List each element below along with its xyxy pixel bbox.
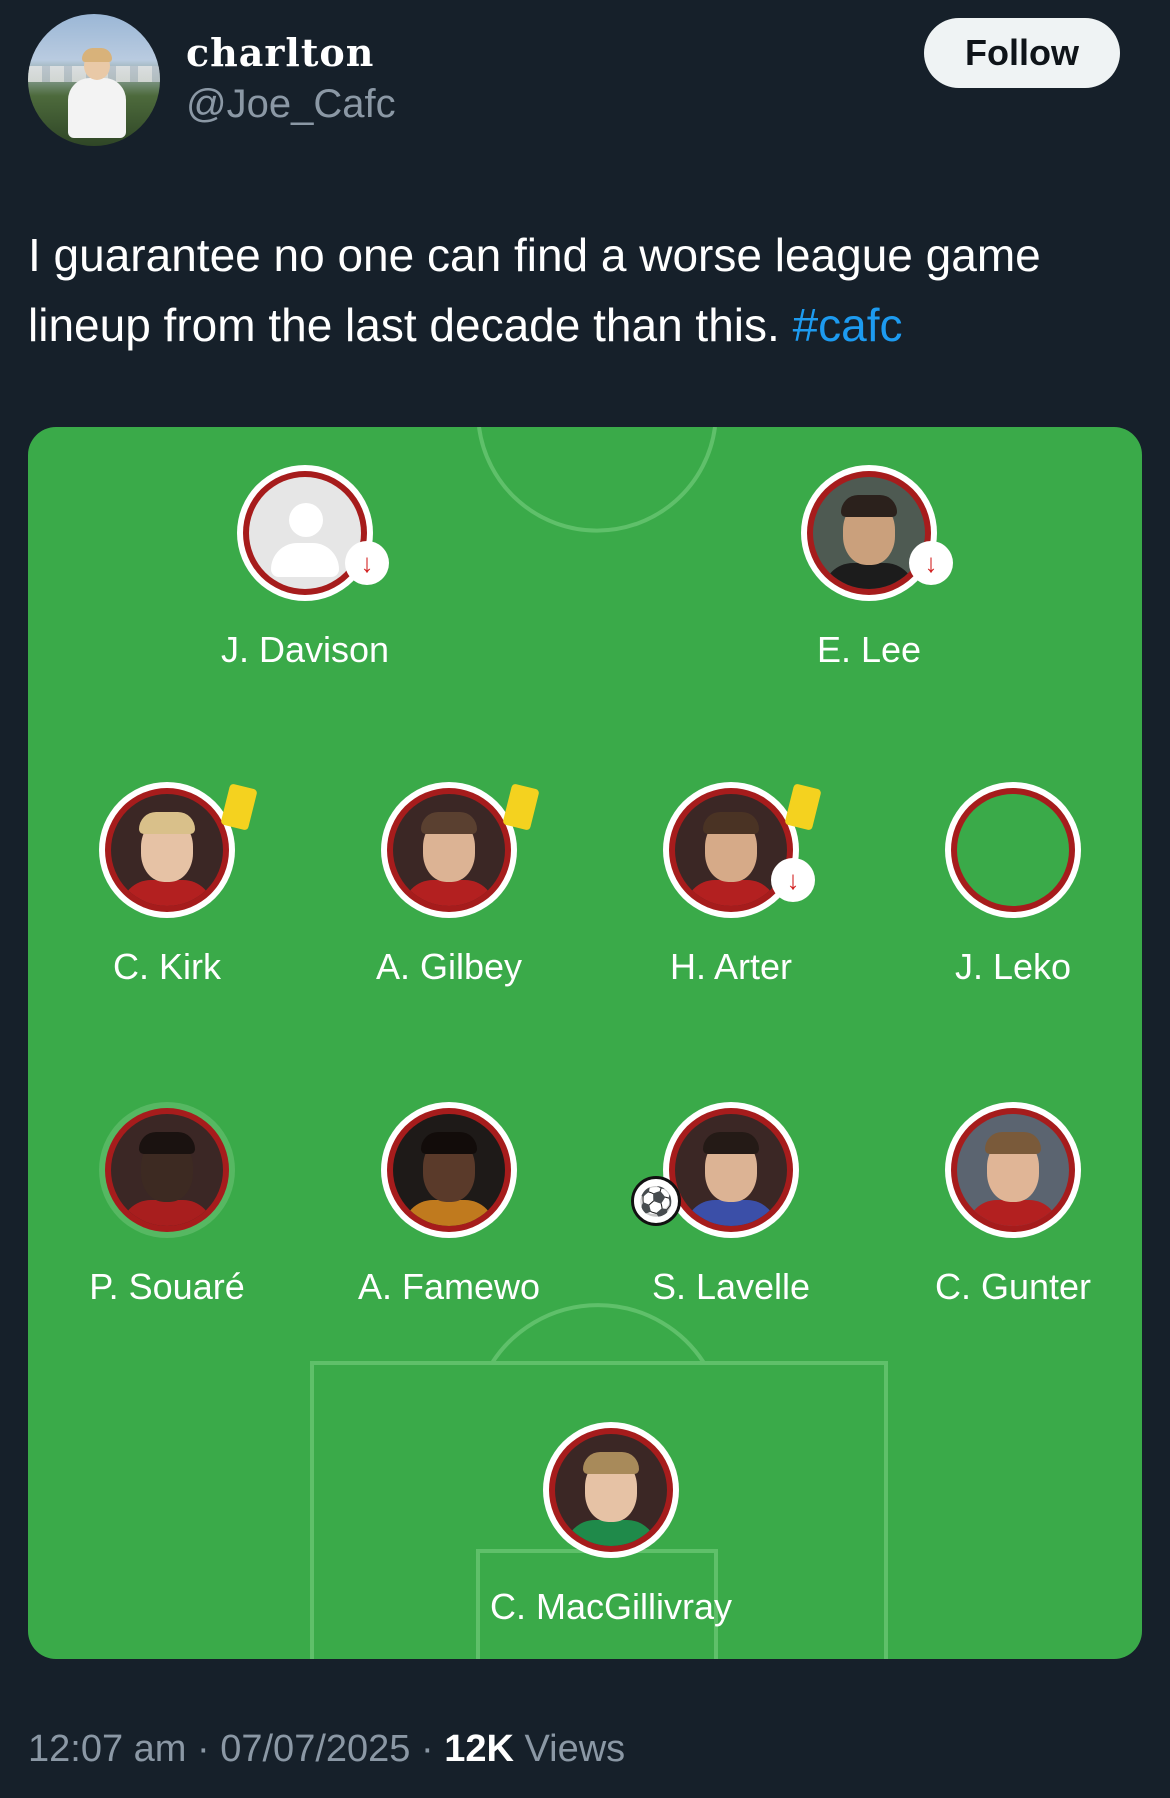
player-photo (555, 1434, 667, 1546)
player-card[interactable]: C. Gunter (893, 1102, 1133, 1308)
author-handle[interactable]: @Joe_Cafc (186, 82, 396, 127)
player-name: C. MacGillivray (489, 1586, 732, 1627)
player-photo (111, 1114, 223, 1226)
player-card[interactable]: ⚽ S. Lavelle (611, 1102, 851, 1308)
player-card[interactable]: A. Famewo (329, 1102, 569, 1308)
goal-ball-icon: ⚽ (631, 1176, 681, 1226)
player-photo (111, 794, 223, 906)
tweet-meta: 12:07 am · 07/07/2025 · 12K Views (28, 1728, 625, 1771)
player-photo (957, 1114, 1069, 1226)
sub-off-arrow-icon: ↓ (771, 858, 815, 902)
avatar-figure-hair (82, 48, 112, 62)
meta-separator: · (186, 1728, 221, 1770)
player-photo (675, 1114, 787, 1226)
player-avatar-ring (945, 782, 1081, 918)
sub-off-arrow-icon: ↓ (345, 541, 389, 585)
player-photo (393, 794, 505, 906)
tweet-date[interactable]: 07/07/2025 (220, 1728, 410, 1770)
views-label: Views (513, 1728, 626, 1770)
player-avatar-ring (381, 1102, 517, 1238)
player-card[interactable]: A. Gilbey (329, 782, 569, 988)
author-display-name[interactable]: charlton (186, 30, 374, 75)
player-photo (813, 477, 925, 589)
player-photo-empty (957, 794, 1069, 906)
player-name: A. Gilbey (375, 946, 523, 987)
player-card[interactable]: C. MacGillivray (471, 1422, 751, 1628)
player-avatar-ring: ↓ (801, 465, 953, 601)
meta-separator: · (410, 1728, 445, 1770)
player-avatar-ring: ↓ (237, 465, 389, 601)
player-card[interactable]: P. Souaré (47, 1102, 287, 1308)
yellow-card-icon (220, 783, 258, 831)
player-name: J. Leko (954, 946, 1072, 987)
lineup-image[interactable]: ↓ J. Davison ↓ E. Lee C. Kirk A. Gilbey … (28, 427, 1142, 1659)
follow-button[interactable]: Follow (924, 18, 1120, 88)
player-card[interactable]: ↓ H. Arter (611, 782, 851, 988)
views-count: 12K (444, 1728, 514, 1770)
player-card[interactable]: ↓ J. Davison (185, 465, 425, 671)
hashtag-link[interactable]: #cafc (793, 299, 903, 351)
player-name: H. Arter (669, 946, 793, 987)
player-avatar-ring (99, 782, 258, 918)
placeholder-person-icon (249, 477, 361, 589)
player-avatar-ring: ↓ (663, 782, 822, 918)
player-avatar-ring (945, 1102, 1081, 1238)
yellow-card-icon (784, 783, 822, 831)
player-name: P. Souaré (89, 1266, 245, 1307)
player-name: S. Lavelle (651, 1266, 811, 1307)
player-card[interactable]: ↓ E. Lee (749, 465, 989, 671)
player-name: E. Lee (816, 629, 922, 670)
author-avatar[interactable] (28, 14, 160, 146)
sub-off-arrow-icon: ↓ (909, 541, 953, 585)
player-avatar-ring (381, 782, 540, 918)
player-avatar-ring: ⚽ (631, 1102, 799, 1238)
player-avatar-ring (99, 1102, 235, 1238)
tweet-text: I guarantee no one can find a worse leag… (28, 220, 1148, 360)
player-card[interactable]: C. Kirk (47, 782, 287, 988)
player-name: A. Famewo (357, 1266, 541, 1307)
player-photo (675, 794, 787, 906)
player-name: C. Kirk (113, 946, 221, 987)
player-card[interactable]: J. Leko (893, 782, 1133, 988)
tweet-time[interactable]: 12:07 am (28, 1728, 186, 1770)
yellow-card-icon (502, 783, 540, 831)
player-avatar-ring (543, 1422, 679, 1558)
player-photo (393, 1114, 505, 1226)
player-name: J. Davison (220, 629, 390, 670)
avatar-figure-body (68, 78, 126, 138)
player-name: C. Gunter (934, 1266, 1092, 1307)
